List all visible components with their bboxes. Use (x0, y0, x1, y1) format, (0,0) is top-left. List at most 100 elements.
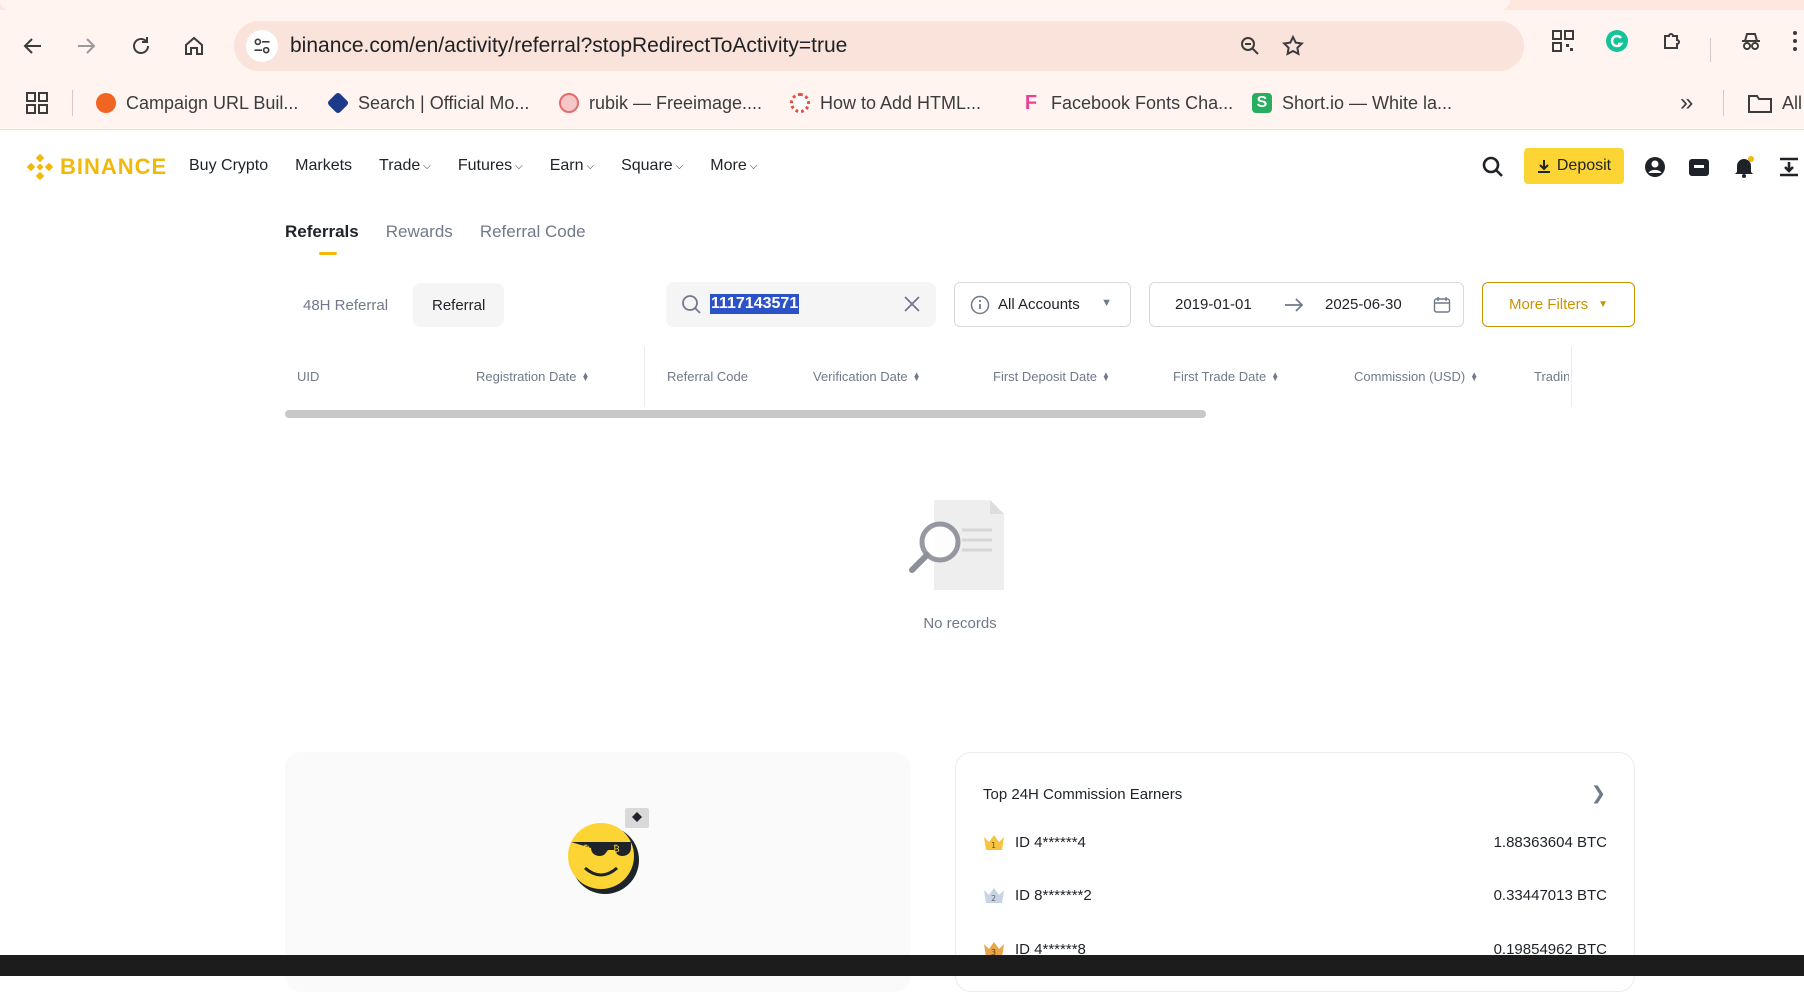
nav-buy-crypto[interactable]: Buy Crypto (189, 157, 268, 175)
sort-icon: ▲ ▼ (1271, 369, 1280, 383)
date-range-picker[interactable]: 2019-01-01 2025-06-30 (1149, 282, 1464, 327)
calendar-icon[interactable] (1433, 296, 1451, 314)
caret-down-icon: ▼ (1598, 299, 1609, 310)
back-button[interactable] (15, 28, 51, 64)
header-search-button[interactable] (1481, 155, 1505, 179)
accounts-select[interactable]: All Accounts ▼ (954, 282, 1131, 327)
apps-button[interactable] (26, 88, 48, 118)
segment-48h-referral[interactable]: 48H Referral (284, 283, 407, 327)
more-filters-button[interactable]: More Filters ▼ (1482, 282, 1635, 327)
column-label: First Deposit Date (993, 369, 1098, 384)
top-earners-title: Top 24H Commission Earners (983, 786, 1183, 803)
column-header-first-trade-date[interactable]: First Trade Date ▲ ▼ (1173, 369, 1279, 384)
address-bar[interactable]: binance.com/en/activity/referral?stopRed… (234, 21, 1524, 71)
search-value: 1117143571 (710, 294, 800, 314)
deposit-button[interactable]: Deposit (1524, 148, 1624, 184)
column-header-registration-date[interactable]: Registration Date ▲ ▼ (476, 369, 589, 384)
os-taskbar (0, 955, 1804, 976)
main-nav: Buy Crypto Markets Trade ⌵ Futures ⌵ Earn ⌵… (189, 157, 757, 175)
chevron-right-icon[interactable]: ❯ (1591, 783, 1606, 804)
nav-trade[interactable]: Trade ⌵ (379, 157, 431, 175)
url-text[interactable]: binance.com/en/activity/referral?stopRed… (290, 34, 847, 58)
tab-referrals[interactable]: Referrals (285, 222, 359, 255)
nav-markets[interactable]: Markets (295, 157, 352, 175)
table-horizontal-scrollbar[interactable] (285, 410, 1206, 418)
site-info-button[interactable] (246, 30, 278, 62)
sort-icon: ▲ ▼ (1470, 369, 1479, 383)
active-browser-tab[interactable] (0, 0, 1510, 10)
star-icon[interactable] (1281, 34, 1305, 58)
bookmarks-overflow-button[interactable]: » (1680, 88, 1693, 118)
nav-square[interactable]: Square ⌵ (621, 157, 683, 175)
nav-earn[interactable]: Earn ⌵ (550, 157, 594, 175)
account-button[interactable] (1643, 155, 1667, 179)
nav-label: More (710, 157, 747, 174)
rank-text: 1 (991, 841, 996, 850)
earner-id: ID 8*******2 (1015, 886, 1092, 904)
menu-icon[interactable] (1782, 28, 1804, 54)
bookmark-label: Search | Official Mo... (358, 92, 530, 113)
nav-futures[interactable]: Futures ⌵ (458, 157, 523, 175)
date-from[interactable]: 2019-01-01 (1175, 296, 1252, 313)
browser-tab-strip (0, 0, 1804, 10)
home-button[interactable] (176, 28, 212, 64)
close-icon[interactable] (903, 295, 921, 313)
all-bookmarks-button[interactable]: All (1748, 88, 1802, 118)
notifications-button[interactable] (1732, 155, 1756, 179)
chevron-down-icon: ⌵ (515, 160, 523, 172)
column-header-commission[interactable]: Commission (USD) ▲ ▼ (1354, 369, 1478, 384)
column-header-verification-date[interactable]: Verification Date ▲ ▼ (813, 369, 921, 384)
bookmark-how-to-add-html[interactable]: How to Add HTML... (790, 88, 981, 118)
forward-button[interactable] (68, 28, 104, 64)
nav-label: Earn (549, 157, 584, 174)
bookmarks-bar: Campaign URL Buil... Search | Official M… (0, 76, 1804, 130)
sort-icon: ▲ ▼ (1102, 369, 1110, 383)
download-icon (1537, 160, 1550, 173)
home-icon (185, 36, 203, 55)
incognito-profile-icon[interactable] (1738, 28, 1764, 54)
download-app-icon (1780, 157, 1798, 177)
bookmark-label: How to Add HTML... (820, 92, 982, 113)
user-icon (1645, 157, 1665, 177)
wallet-button[interactable] (1687, 155, 1711, 179)
bookmark-label: Facebook Fonts Cha... (1051, 92, 1234, 113)
bookmark-search-official[interactable]: Search | Official Mo... (326, 88, 530, 118)
date-to[interactable]: 2025-06-30 (1325, 296, 1402, 313)
chevron-down-icon: ⌵ (675, 160, 684, 172)
empty-state: No records (900, 498, 1020, 632)
reload-button[interactable] (123, 28, 159, 64)
nav-more[interactable]: More ⌵ (710, 157, 757, 175)
binance-logo[interactable]: BINANCE (26, 153, 167, 181)
bookmark-short-io[interactable]: S Short.io — White la... (1252, 88, 1452, 118)
bookmark-rubik-freeimage[interactable]: rubik — Freeimage.... (559, 88, 762, 118)
bookmark-facebook-fonts[interactable]: F Facebook Fonts Cha... (1021, 88, 1233, 118)
binance-diamond-icon (26, 153, 54, 181)
column-label: Registration Date (476, 369, 577, 384)
tab-referral-code[interactable]: Referral Code (480, 222, 586, 242)
wallet-icon (1689, 159, 1709, 176)
deposit-label: Deposit (1556, 157, 1612, 174)
download-app-button[interactable] (1777, 155, 1801, 179)
earner-id: ID 4******4 (1015, 833, 1086, 851)
bookmark-campaign-url-builder[interactable]: Campaign URL Buil... (96, 88, 298, 118)
apps-grid-icon (26, 92, 48, 114)
column-header-uid: UID (297, 369, 319, 384)
uid-search-input[interactable]: 1117143571 (666, 282, 936, 327)
search-icon (1482, 156, 1503, 177)
rank-text: 2 (991, 894, 996, 903)
tune-icon (254, 38, 270, 54)
nav-label: Trade (379, 157, 421, 174)
zoom-icon[interactable] (1238, 34, 1262, 58)
column-header-first-deposit-date[interactable]: First Deposit Date ▲ ▼ (993, 369, 1110, 384)
tab-rewards[interactable]: Rewards (386, 222, 453, 242)
extensions-icon[interactable] (1660, 28, 1686, 54)
grammarly-icon[interactable] (1604, 28, 1630, 54)
column-label: Commission (USD) (1354, 369, 1466, 384)
fonts-favicon-icon: F (1024, 92, 1038, 114)
segment-referral[interactable]: Referral (413, 283, 505, 327)
arrow-left-icon (23, 38, 41, 54)
chevron-down-icon: ⌵ (586, 160, 595, 172)
caret-down-icon: ▼ (1101, 297, 1112, 309)
qr-code-icon[interactable] (1550, 28, 1576, 54)
campaign-favicon-icon (96, 93, 116, 113)
